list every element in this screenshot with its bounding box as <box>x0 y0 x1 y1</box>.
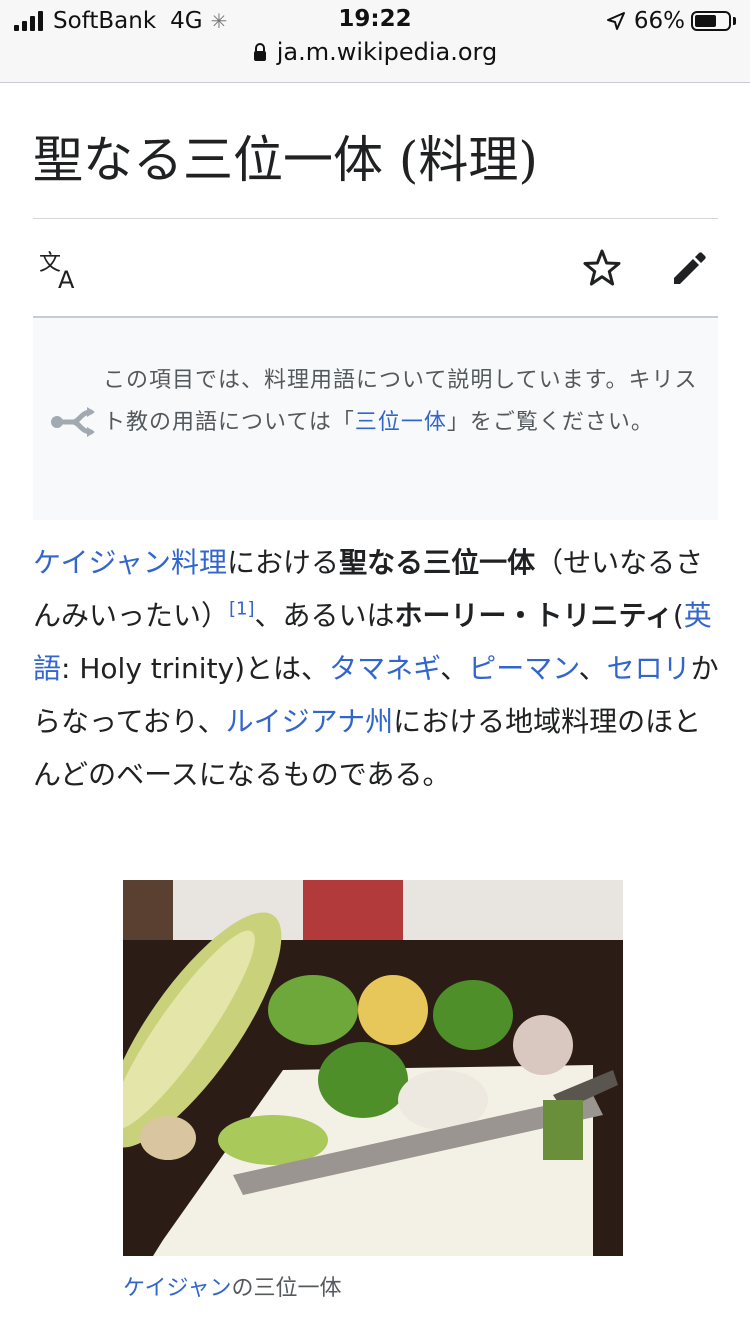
language-icon[interactable]: 文 A <box>39 250 81 290</box>
svg-text:A: A <box>58 266 75 290</box>
bold-alt-name: ホーリー・トリニティ <box>394 599 673 632</box>
vegetables-photo <box>123 880 623 1256</box>
battery-percent: 66% <box>633 8 685 34</box>
bold-title: 聖なる三位一体 <box>339 546 536 579</box>
hatnote-text: この項目では、料理用語について説明しています。キリスト教の用語については「三位一… <box>103 360 703 444</box>
link-cajun-cuisine[interactable]: ケイジャン料理 <box>33 546 227 579</box>
status-bar: SoftBank 4G ✳ 19:22 66% ja.m.wikipedia.o… <box>0 0 750 83</box>
link-trinity[interactable]: 三位一体 <box>355 410 447 435</box>
address-bar[interactable]: ja.m.wikipedia.org <box>0 38 750 66</box>
pencil-icon[interactable] <box>670 248 710 288</box>
link-cajun[interactable]: ケイジャン <box>123 1276 231 1301</box>
link-louisiana[interactable]: ルイジアナ州 <box>226 705 393 738</box>
status-right: 66% <box>606 6 736 36</box>
title-divider <box>33 218 718 219</box>
link-onion[interactable]: タマネギ <box>329 652 440 685</box>
disambiguation-icon <box>51 407 95 437</box>
url-text: ja.m.wikipedia.org <box>276 38 498 66</box>
link-green-pepper[interactable]: ピーマン <box>468 652 578 685</box>
star-icon[interactable] <box>582 248 622 288</box>
page-actions: 文 A <box>33 240 718 300</box>
page-title: 聖なる三位一体 (料理) <box>33 131 538 189</box>
article-image[interactable] <box>123 880 623 1256</box>
location-arrow-icon <box>606 12 625 30</box>
battery-icon <box>691 11 731 31</box>
image-caption: ケイジャンの三位一体 <box>123 1276 342 1301</box>
hatnote-text-after: 」をご覧ください。 <box>446 410 654 435</box>
hatnote: この項目では、料理用語について説明しています。キリスト教の用語については「三位一… <box>33 318 718 520</box>
reference-link[interactable]: [1] <box>229 599 255 620</box>
lead-paragraph: ケイジャン料理における聖なる三位一体（せいなるさんみいったい）[1]、あるいはホ… <box>33 546 719 791</box>
link-celery[interactable]: セロリ <box>607 652 691 685</box>
lock-icon <box>253 43 266 61</box>
